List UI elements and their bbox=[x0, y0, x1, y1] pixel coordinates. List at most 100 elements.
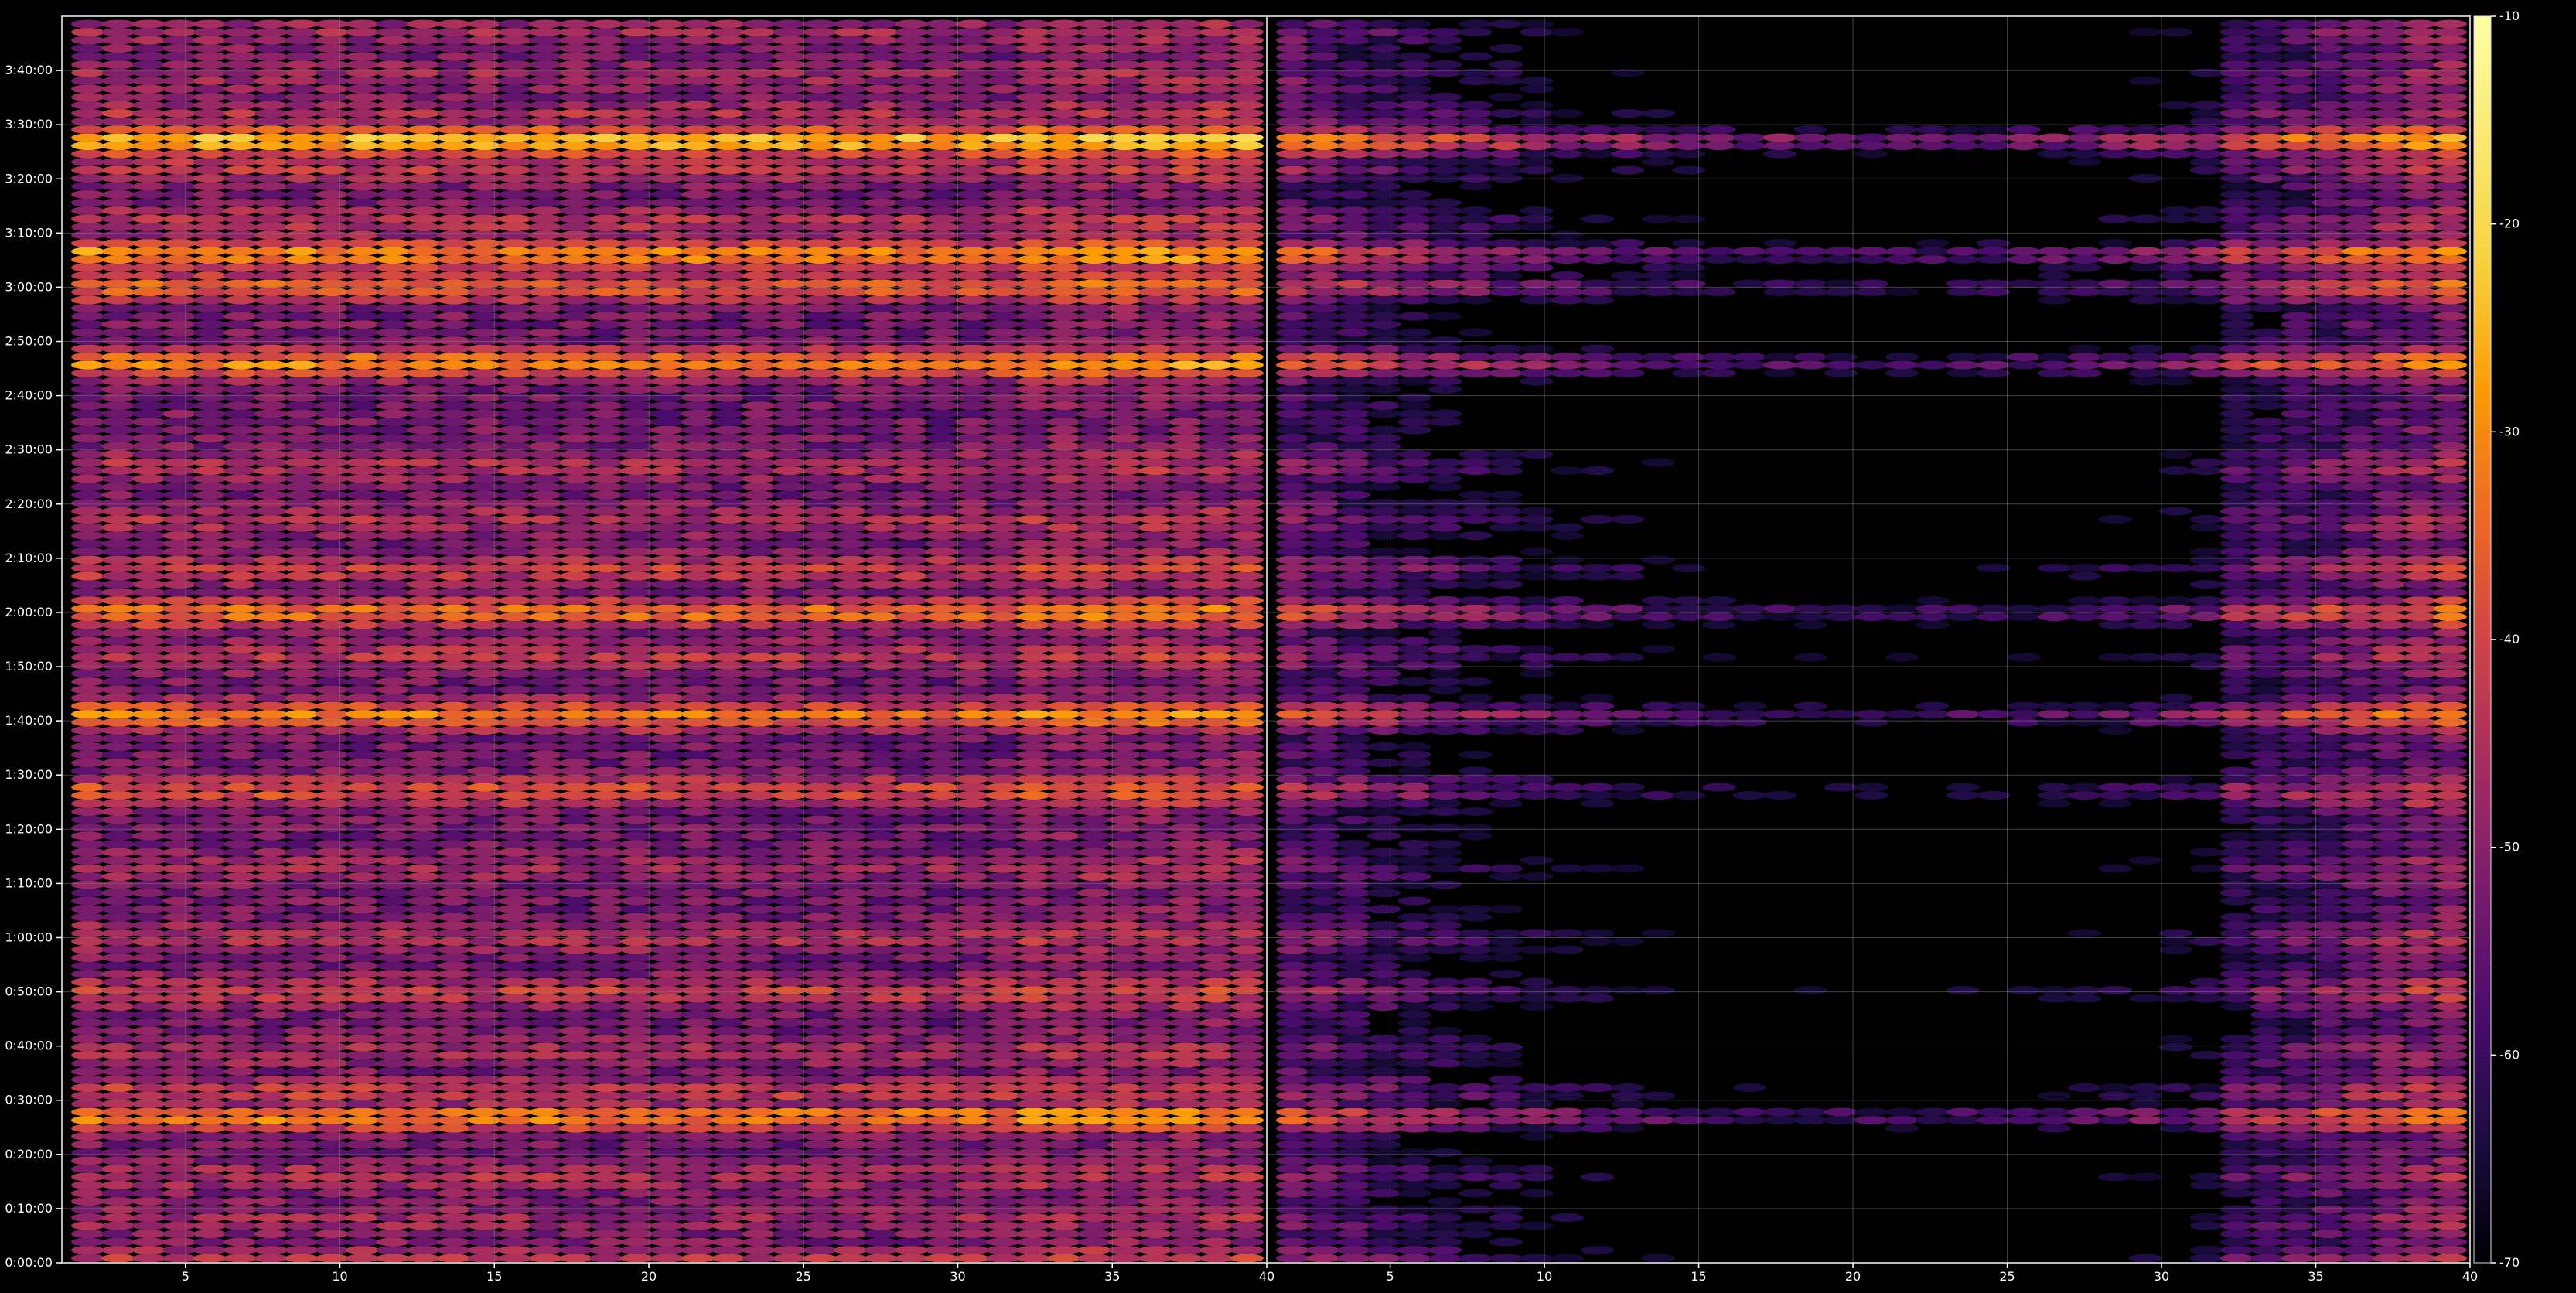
heat-cell bbox=[467, 1124, 502, 1133]
heat-cell bbox=[925, 255, 959, 264]
heat-cell bbox=[711, 336, 746, 345]
heat-cell bbox=[376, 1221, 410, 1230]
heat-cell bbox=[437, 1254, 471, 1263]
heat-cell bbox=[1199, 571, 1233, 581]
heat-cell bbox=[1077, 239, 1111, 247]
heat-cell bbox=[1138, 1172, 1172, 1182]
heat-cell bbox=[864, 766, 898, 776]
heat-cell bbox=[467, 548, 502, 556]
heat-cell bbox=[681, 336, 715, 345]
heat-cell bbox=[894, 831, 929, 841]
heat-cell bbox=[742, 921, 776, 930]
heat-cell bbox=[742, 344, 776, 353]
heat-cell bbox=[1077, 701, 1111, 711]
heat-cell bbox=[833, 1059, 868, 1068]
heat-cell bbox=[589, 263, 623, 272]
heat-cell bbox=[437, 523, 471, 532]
heat-cell bbox=[315, 977, 349, 987]
heat-cell bbox=[955, 1205, 990, 1214]
heat-cell bbox=[650, 807, 684, 816]
heat-cell bbox=[711, 401, 746, 410]
heat-cell bbox=[498, 1165, 532, 1173]
heat-cell bbox=[1107, 766, 1142, 776]
heat-cell bbox=[955, 588, 990, 597]
heat-cell bbox=[925, 1132, 959, 1141]
heat-cell bbox=[559, 961, 593, 971]
heat-cell bbox=[193, 564, 227, 572]
heat-cell bbox=[742, 701, 776, 711]
heat-cell bbox=[1199, 377, 1233, 386]
heat-cell bbox=[376, 734, 410, 743]
heat-cell bbox=[71, 442, 105, 451]
heat-cell bbox=[1107, 239, 1142, 247]
heat-cell bbox=[1077, 1165, 1111, 1173]
heat-cell bbox=[376, 515, 410, 524]
heat-cell bbox=[193, 515, 227, 524]
heat-cell bbox=[833, 864, 868, 873]
heat-cell bbox=[773, 1051, 807, 1059]
heat-cell bbox=[315, 1002, 349, 1011]
heat-cell bbox=[894, 279, 929, 288]
heat-cell bbox=[589, 872, 623, 881]
heat-cell bbox=[1107, 889, 1142, 897]
heat-cell bbox=[1016, 1100, 1050, 1108]
heat-cell bbox=[1230, 450, 1264, 459]
heat-cell bbox=[254, 913, 288, 922]
heat-cell bbox=[559, 1100, 593, 1108]
heat-cell bbox=[681, 499, 715, 507]
heat-cell bbox=[223, 872, 258, 881]
heat-cell bbox=[71, 750, 105, 759]
heat-cell bbox=[1077, 223, 1111, 231]
heat-cell bbox=[1016, 1107, 1050, 1117]
heat-cell bbox=[925, 1237, 959, 1247]
heat-cell bbox=[742, 1189, 776, 1198]
heat-cell bbox=[559, 864, 593, 873]
heat-cell bbox=[1107, 726, 1142, 735]
heat-cell bbox=[345, 450, 380, 459]
heat-cell bbox=[101, 766, 135, 776]
heat-cell bbox=[498, 369, 532, 377]
heat-cell bbox=[376, 889, 410, 897]
heat-cell bbox=[986, 1205, 1020, 1214]
heat-cell bbox=[406, 548, 441, 556]
heat-cell bbox=[894, 791, 929, 800]
heat-cell bbox=[1077, 230, 1111, 240]
heat-cell bbox=[1230, 831, 1264, 841]
heat-cell bbox=[467, 864, 502, 873]
heat-cell bbox=[467, 515, 502, 524]
heat-cell bbox=[345, 539, 380, 548]
heat-cell bbox=[711, 856, 746, 865]
heat-cell bbox=[406, 1107, 441, 1117]
heat-cell bbox=[193, 848, 227, 857]
heat-cell bbox=[315, 913, 349, 922]
heat-cell bbox=[101, 474, 135, 483]
heat-cell bbox=[71, 685, 105, 694]
heat-cell bbox=[559, 977, 593, 987]
heat-cell bbox=[864, 1140, 898, 1149]
heat-cell bbox=[955, 425, 990, 435]
heat-cell bbox=[1230, 669, 1264, 678]
heat-cell bbox=[742, 759, 776, 767]
heat-cell bbox=[1047, 483, 1081, 491]
heat-cell bbox=[376, 288, 410, 296]
heat-cell bbox=[1169, 937, 1203, 946]
heat-cell bbox=[315, 1205, 349, 1214]
heat-cell bbox=[162, 807, 196, 816]
heat-cell bbox=[589, 815, 623, 824]
heat-cell bbox=[955, 1156, 990, 1165]
heat-cell bbox=[894, 312, 929, 321]
heat-cell bbox=[711, 710, 746, 718]
heat-cell bbox=[223, 1059, 258, 1068]
heat-cell bbox=[498, 385, 532, 394]
heat-cell bbox=[894, 1181, 929, 1189]
heat-cell bbox=[71, 645, 105, 653]
heat-cell bbox=[467, 604, 502, 613]
heat-cell bbox=[589, 685, 623, 694]
heat-cell bbox=[376, 824, 410, 832]
heat-cell bbox=[1047, 548, 1081, 556]
heat-cell bbox=[437, 620, 471, 629]
heat-cell bbox=[223, 645, 258, 653]
heat-cell bbox=[986, 629, 1020, 637]
heat-cell bbox=[285, 336, 319, 345]
heat-cell bbox=[498, 548, 532, 556]
